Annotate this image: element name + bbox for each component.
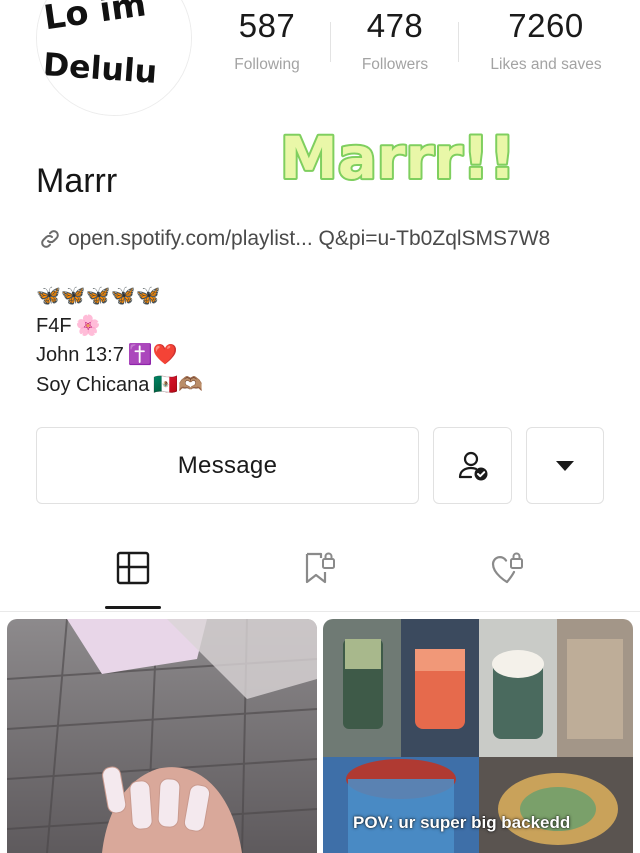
likes-count: 7260 — [508, 7, 584, 44]
bio: 🦋🦋🦋🦋🦋 F4F 🌸 John 13:7 ✝️❤️ Soy Chicana 🇲… — [36, 282, 203, 400]
heart-lock-icon — [491, 552, 523, 584]
bookmark-lock-icon — [305, 552, 335, 584]
person-check-icon — [458, 451, 487, 480]
bubble-name-sticker: Marrr!!! — [276, 116, 544, 201]
tab-liked[interactable] — [475, 550, 539, 606]
caret-down-icon — [556, 460, 574, 471]
tab-posts[interactable] — [101, 550, 165, 606]
butterfly-emojis: 🦋🦋🦋🦋🦋 — [36, 285, 161, 307]
likes-label: Likes and saves — [490, 56, 602, 73]
following-status-button[interactable] — [433, 427, 512, 504]
link-text: open.spotify.com/playlist... Q&pi=u-Tb0Z… — [68, 227, 551, 250]
stat-followers[interactable]: 478 Followers — [350, 6, 440, 74]
stat-divider — [458, 22, 459, 62]
followers-count: 478 — [366, 7, 424, 44]
active-tab-indicator — [105, 606, 161, 609]
profile-link[interactable]: open.spotify.com/playlist... Q&pi=u-Tb0Z… — [38, 227, 550, 251]
following-count: 587 — [238, 7, 296, 44]
stat-likes[interactable]: 7260 Likes and saves — [480, 6, 612, 74]
message-button[interactable]: Message — [36, 427, 419, 504]
avatar-image: Lo im Delulu — [37, 0, 191, 115]
post-thumbnail[interactable]: POV: ur super big backedd — [323, 619, 633, 853]
link-icon — [41, 230, 59, 248]
cross-heart-emoji: ✝️❤️ — [127, 344, 178, 366]
bio-text: Soy Chicana — [36, 373, 150, 396]
flower-emoji: 🌸 — [75, 314, 101, 337]
bio-line: John 13:7 ✝️❤️ — [36, 341, 203, 371]
tab-saved[interactable] — [287, 550, 351, 606]
post-overlay-caption: POV: ur super big backedd — [353, 813, 571, 832]
bio-text: F4F — [36, 314, 72, 337]
more-options-button[interactable] — [526, 427, 604, 504]
profile-name: Marrr — [36, 162, 118, 200]
bio-line: 🦋🦋🦋🦋🦋 — [36, 282, 203, 312]
bio-line: F4F 🌸 — [36, 312, 203, 342]
stat-following[interactable]: 587 Following — [222, 6, 312, 74]
stat-divider — [330, 22, 331, 62]
bio-line: Soy Chicana 🇲🇽🫶🏽 — [36, 371, 203, 401]
bio-text: John 13:7 — [36, 344, 124, 366]
grid-icon — [116, 551, 150, 585]
post-image-nails — [7, 619, 317, 853]
message-button-label: Message — [177, 451, 278, 479]
post-thumbnail[interactable] — [7, 619, 317, 853]
flag-hands-emoji: 🇲🇽🫶🏽 — [153, 373, 204, 396]
tabs-border — [0, 611, 640, 612]
bubble-text: Marrr!!! — [280, 124, 516, 192]
profile-tabs — [0, 540, 640, 612]
avatar[interactable]: Lo im Delulu — [36, 0, 192, 116]
following-label: Following — [234, 56, 300, 73]
followers-label: Followers — [361, 56, 429, 73]
